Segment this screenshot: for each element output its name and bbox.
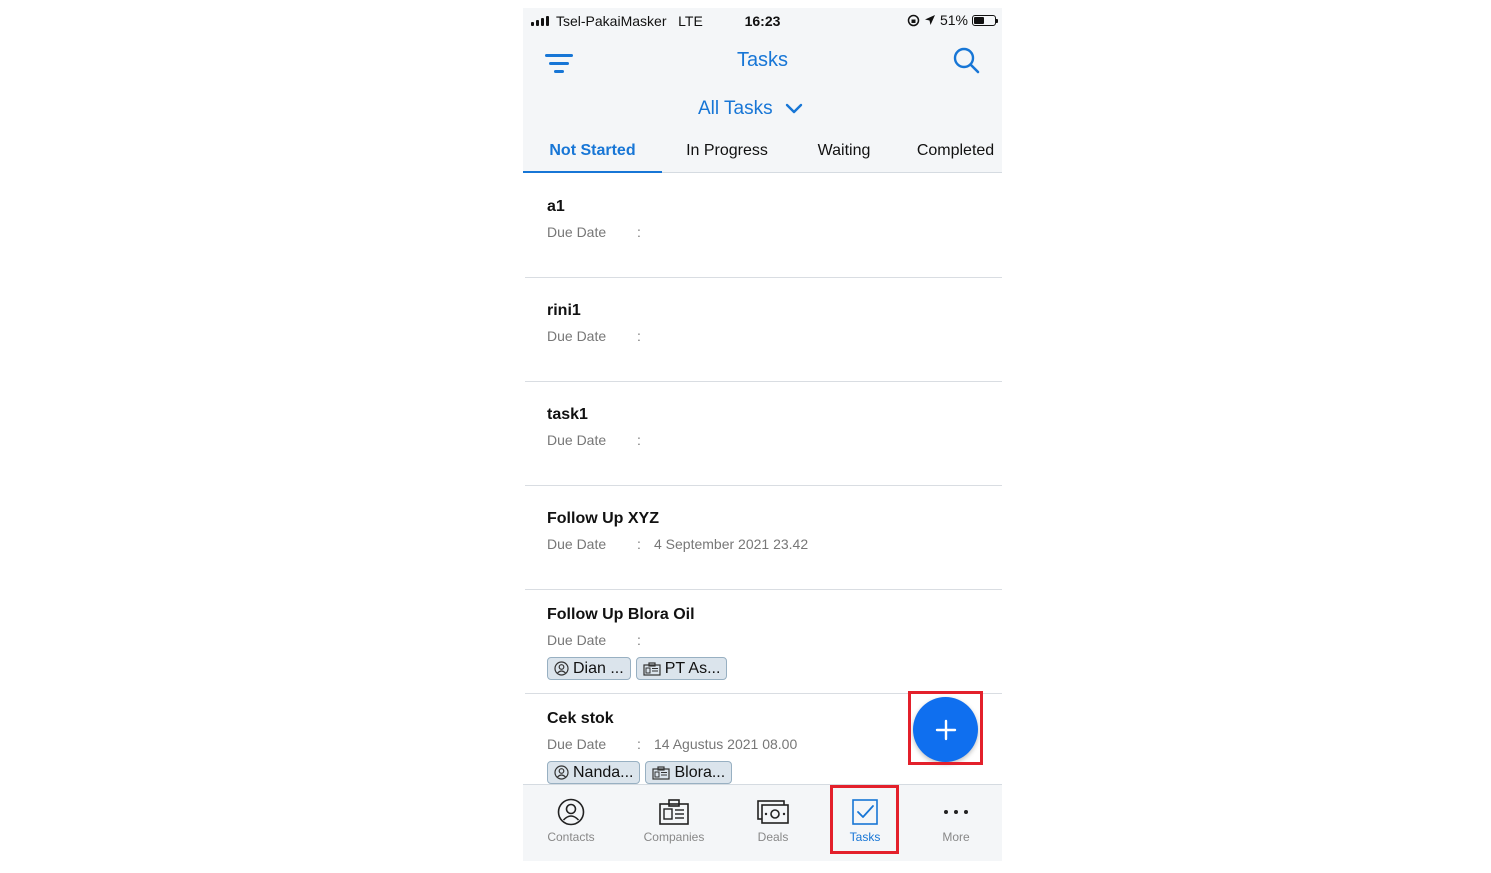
task-item[interactable]: Follow Up XYZ Due Date : 4 September 202… [525,486,1002,590]
contact-icon [554,661,569,676]
company-tag[interactable]: PT As... [635,657,728,680]
due-date-separator: : [637,632,641,648]
chevron-down-icon [785,103,802,114]
company-icon [659,799,689,825]
bottom-nav: Contacts Companies Deals Tasks More [523,784,1002,861]
company-tag[interactable]: Blora... [645,761,733,784]
company-tag-label: PT As... [664,659,721,677]
more-icon [944,810,968,814]
contact-tag-label: Dian ... [573,659,624,677]
task-title: rini1 [547,302,581,319]
view-selector[interactable]: All Tasks [698,98,803,120]
due-date-label: Due Date [547,432,607,448]
nav-companies[interactable]: Companies [633,785,715,861]
due-date-label: Due Date [547,632,607,648]
nav-companies-label: Companies [643,830,705,844]
due-date-separator: : [637,224,641,240]
due-date-separator: : [637,536,641,552]
search-icon [953,47,980,74]
status-tabs: Not Started In Progress Waiting Complete… [523,138,1002,173]
deal-icon [757,800,789,824]
due-date-separator: : [637,328,641,344]
task-title: task1 [547,406,588,423]
task-title: Follow Up Blora Oil [547,606,695,623]
task-tags: Nanda... Blora... [547,761,733,784]
app-header: Tasks All Tasks Not Started In Progress … [523,34,1002,173]
task-item[interactable]: rini1 Due Date : [525,278,1002,382]
nav-contacts[interactable]: Contacts [531,785,611,861]
nav-deals[interactable]: Deals [735,785,811,861]
contact-tag[interactable]: Dian ... [547,657,631,680]
tab-waiting[interactable]: Waiting [803,138,885,173]
tab-completed[interactable]: Completed [909,138,1002,173]
nav-tasks[interactable]: Tasks [831,785,899,861]
page-title: Tasks [736,49,789,71]
company-tag-label: Blora... [674,763,726,781]
nav-contacts-label: Contacts [547,830,595,844]
nav-more[interactable]: More [921,785,991,861]
due-date-label: Due Date [547,536,607,552]
company-icon [643,661,661,676]
due-date-label: Due Date [547,328,607,344]
task-title: Follow Up XYZ [547,510,659,527]
view-selector-label: All Tasks [698,98,773,119]
tab-in-progress[interactable]: In Progress [670,138,784,173]
plus-icon [935,719,956,740]
task-title: Cek stok [547,710,614,727]
due-date-label: Due Date [547,224,607,240]
due-date-value: 4 September 2021 23.42 [654,536,809,552]
battery-percent: 51% [939,12,968,28]
battery-icon [972,14,998,26]
add-task-button[interactable] [913,697,978,762]
task-item[interactable]: task1 Due Date : [525,382,1002,486]
task-tags: Dian ... PT As... [547,657,728,680]
contact-tag-label: Nanda... [573,763,634,781]
due-date-label: Due Date [547,736,607,752]
contact-tag[interactable]: Nanda... [547,761,641,784]
due-date-separator: : [637,432,641,448]
due-date-value: 14 Agustus 2021 08.00 [654,736,798,752]
orientation-lock-icon [907,14,920,26]
status-bar: Tsel-PakaiMasker LTE 16:23 51% [523,8,1002,34]
contact-icon [557,798,585,826]
tab-not-started[interactable]: Not Started [523,138,662,173]
nav-deals-label: Deals [757,830,789,844]
task-check-icon [852,799,878,825]
app-screen: Tsel-PakaiMasker LTE 16:23 51% Tasks All… [523,8,1002,861]
company-icon [652,765,671,780]
task-title: a1 [547,198,565,215]
task-item[interactable]: a1 Due Date : [525,174,1002,278]
location-icon [924,15,935,25]
nav-more-label: More [942,830,970,844]
contact-icon [554,765,569,780]
task-item[interactable]: Follow Up Blora Oil Due Date : Dian ... [525,590,1002,694]
search-button[interactable] [952,46,982,76]
nav-tasks-label: Tasks [849,830,881,844]
due-date-separator: : [637,736,641,752]
